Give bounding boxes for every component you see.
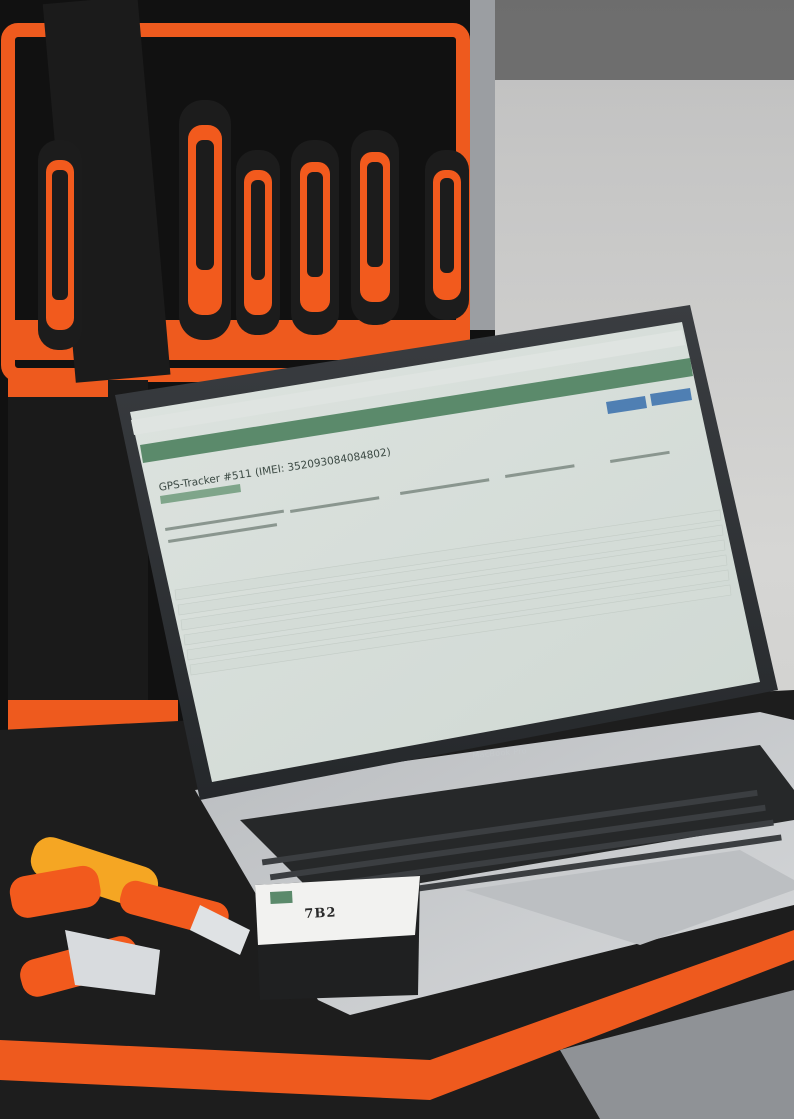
photo-illustration [0,0,794,1119]
case-hinge-rail [470,0,495,330]
gps-tracker-device [255,876,420,1000]
background-dark-top [480,0,794,80]
device-label-code: 7B2 [304,905,337,922]
photo-scene: GPS-Tracker #511 (IMEI: 352093084084802)… [0,0,794,1119]
